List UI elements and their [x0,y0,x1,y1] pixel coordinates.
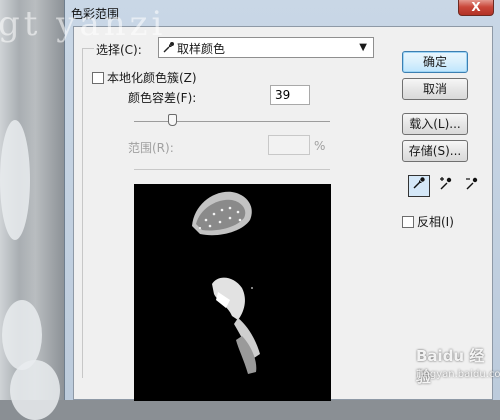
cancel-button[interactable]: 取消 [402,78,468,100]
dropdown-arrow-icon: ▼ [359,42,367,53]
photo-shape [10,360,60,420]
range-input [268,135,310,155]
save-button[interactable]: 存储(S)... [402,140,468,162]
range-slider-track [134,169,330,170]
window-title: 色彩范围 [71,7,120,21]
invert-label: 反相(I) [417,215,454,229]
range-unit: % [314,139,326,153]
range-label: 范围(R): [128,141,174,155]
preview-image [192,191,260,374]
load-button[interactable]: 载入(L)... [402,113,468,135]
localized-label: 本地化颜色簇(Z) [107,71,197,85]
color-range-dialog: 色彩范围 X 选择(C): 取样颜色 ▼ 本地化颜色簇(Z) 颜色容差(F): … [64,0,500,401]
background-photo [0,0,64,420]
ok-button[interactable]: 确定 [402,51,468,73]
title-bar[interactable]: 色彩范围 X [65,0,500,26]
eyedropper-icon[interactable] [408,175,430,197]
select-value: 取样颜色 [177,42,226,56]
fuzziness-label: 颜色容差(F): [128,91,197,105]
select-dropdown[interactable]: 取样颜色 ▼ [158,37,374,58]
watermark-url: jingyan.baidu.com [418,369,500,380]
fuzziness-input[interactable] [270,85,310,105]
photo-shape [0,120,30,240]
invert-row[interactable]: 反相(I) [402,213,454,230]
selection-preview[interactable] [134,184,331,401]
fuzziness-slider-track[interactable] [134,121,330,122]
localized-checkbox[interactable] [92,71,104,84]
group-box [82,48,94,378]
eyedropper-icon [163,41,175,56]
eyedropper-minus-icon[interactable] [460,175,482,197]
dialog-body: 选择(C): 取样颜色 ▼ 本地化颜色簇(Z) 颜色容差(F): 范围(R): … [73,26,500,401]
watermark-baidu: Baidu 经验 [416,347,485,386]
select-label: 选择(C): [96,43,142,57]
close-button[interactable]: X [458,0,494,16]
eyedropper-plus-icon[interactable] [434,175,456,197]
invert-checkbox[interactable] [402,215,414,228]
fuzziness-slider-thumb[interactable] [168,114,177,126]
localized-row[interactable]: 本地化颜色簇(Z) [92,69,197,86]
